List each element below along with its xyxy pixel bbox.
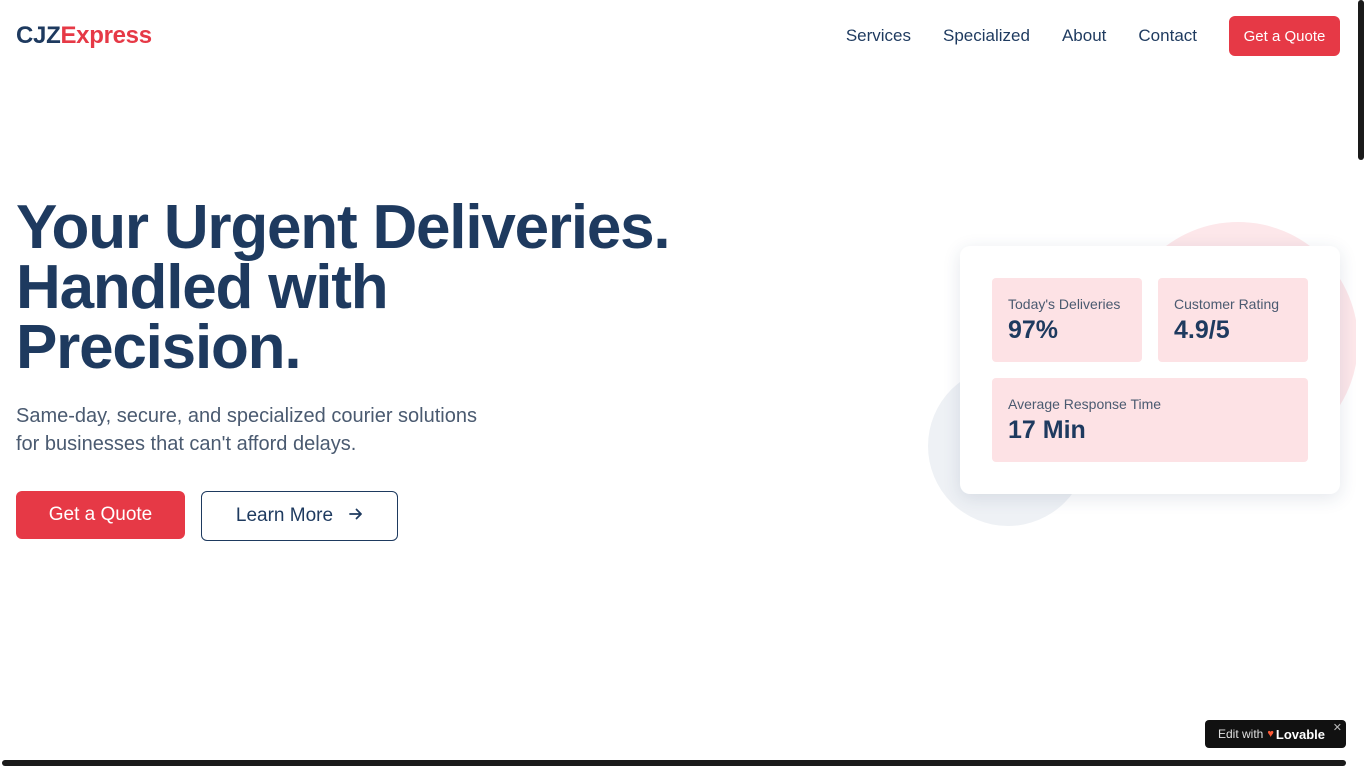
- nav-link-services[interactable]: Services: [846, 26, 911, 46]
- stat-value: 4.9/5: [1174, 316, 1230, 344]
- hero-subtitle: Same-day, secure, and specialized courie…: [16, 402, 536, 458]
- vertical-scrollbar-thumb[interactable]: [1358, 0, 1364, 160]
- learn-more-label: Learn More: [235, 505, 334, 526]
- badge-text: Edit with: [1218, 727, 1264, 741]
- horizontal-scrollbar[interactable]: [2, 760, 1346, 766]
- close-icon[interactable]: ✕: [1333, 721, 1342, 734]
- stat-label: Average Response Time: [1008, 396, 1162, 412]
- nav-link-contact[interactable]: Contact: [1138, 26, 1197, 46]
- stat-label: Customer Rating: [1174, 296, 1280, 312]
- edit-with-lovable-badge[interactable]: Edit with ♥ Lovable ✕: [1205, 720, 1346, 748]
- page: CJZExpress Services Specialized About Co…: [0, 0, 1366, 768]
- nav-link-about[interactable]: About: [1062, 26, 1106, 46]
- logo-part-cjz: CJZ: [16, 22, 61, 49]
- stat-todays-deliveries: Today's Deliveries 97%: [992, 278, 1142, 362]
- hero-title-line-3: Precision.: [16, 313, 302, 382]
- header-get-quote-button[interactable]: Get a Quote: [1229, 16, 1340, 56]
- learn-more-button[interactable]: Learn More: [201, 491, 398, 541]
- stat-average-response-time: Average Response Time 17 Min: [992, 378, 1308, 462]
- stats-card: Today's Deliveries 97% Customer Rating 4…: [960, 246, 1340, 494]
- arrow-right-icon: [349, 507, 363, 525]
- site-header: CJZExpress Services Specialized About Co…: [0, 0, 1356, 72]
- stat-label: Today's Deliveries: [1008, 296, 1121, 312]
- stat-value: 17 Min: [1008, 416, 1086, 444]
- nav-link-specialized[interactable]: Specialized: [943, 26, 1030, 46]
- logo-part-express: Express: [60, 22, 152, 49]
- hero-title-line-1: Your Urgent Deliveries.: [16, 193, 671, 262]
- stat-customer-rating: Customer Rating 4.9/5: [1158, 278, 1308, 362]
- stat-value: 97%: [1008, 316, 1059, 344]
- main-nav: Services Specialized About Contact Get a…: [846, 16, 1340, 56]
- hero-subtitle-line-1: Same-day, secure, and specialized courie…: [16, 405, 477, 427]
- logo[interactable]: CJZExpress: [16, 22, 152, 50]
- hero-title-line-2: Handled with: [16, 253, 389, 322]
- hero-get-quote-button[interactable]: Get a Quote: [16, 491, 185, 539]
- hero-title: Your Urgent Deliveries. Handled with Pre…: [16, 193, 736, 382]
- hero-subtitle-line-2: for businesses that can't afford delays.: [16, 433, 357, 455]
- vertical-scrollbar[interactable]: [1356, 0, 1366, 768]
- badge-brand: Lovable: [1275, 726, 1326, 742]
- lovable-heart-icon: ♥: [1267, 728, 1274, 740]
